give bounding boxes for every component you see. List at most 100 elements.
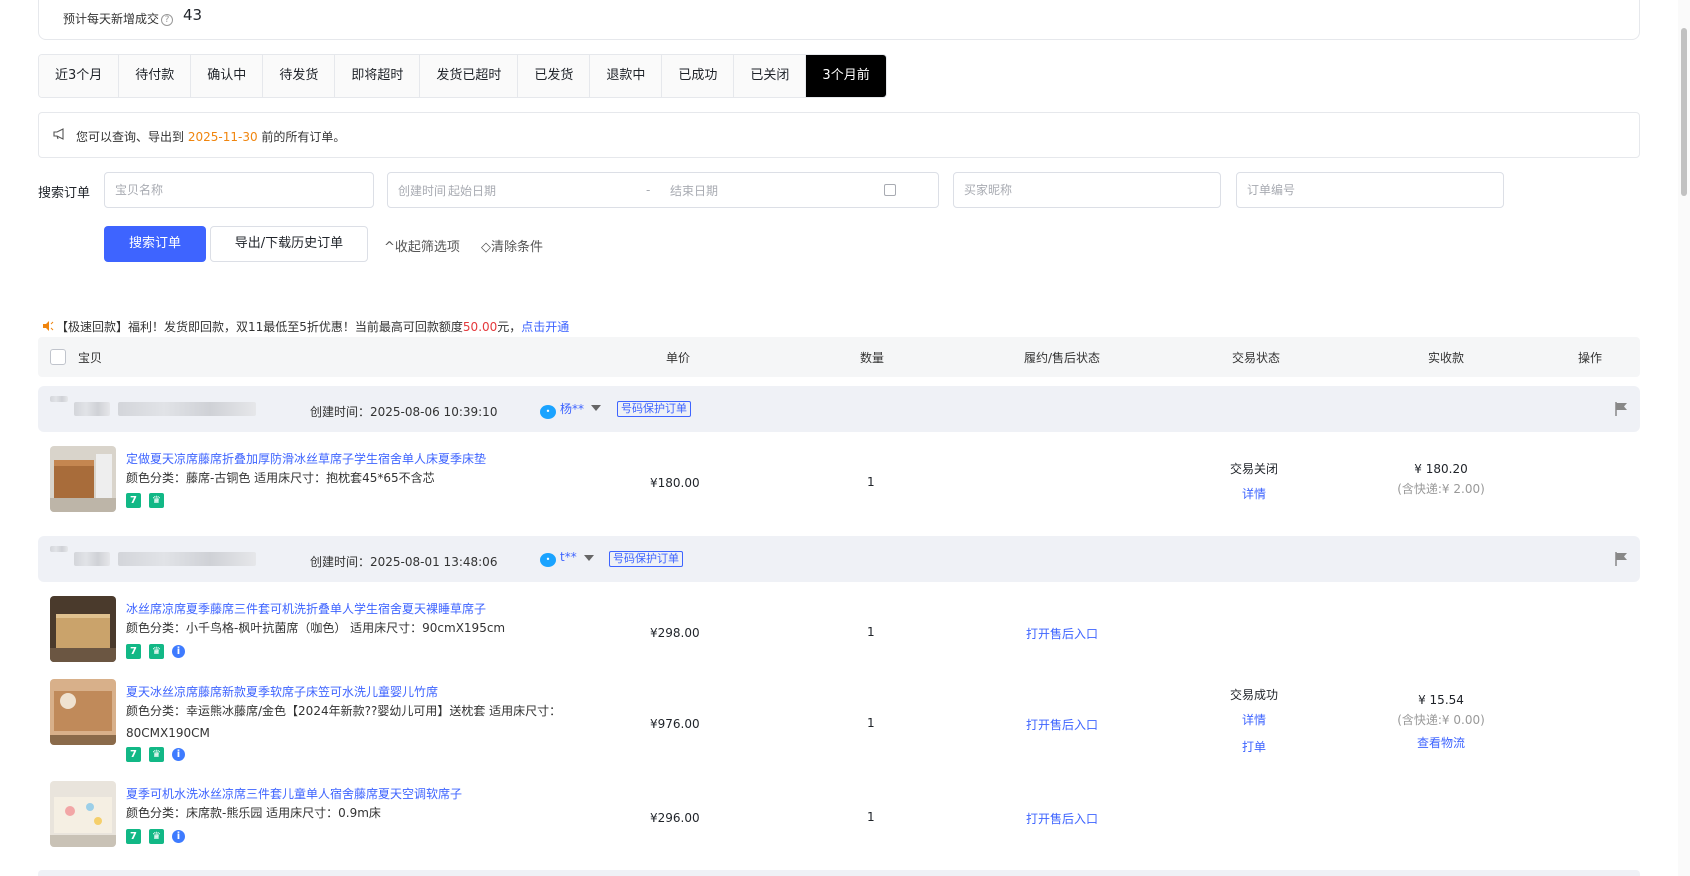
blurred-order-id [118,552,256,566]
trade-status-cell: 交易成功 详情 打单 [1216,686,1292,755]
received-amount-cell: ¥ 180.20 (含快递:¥ 2.00) [1386,462,1496,497]
received-amount-cell: ¥ 15.54 (含快递:¥ 0.00) 查看物流 [1386,693,1496,751]
detail-link[interactable]: 详情 [1216,485,1292,502]
tab-recent-3-months[interactable]: 近3个月 [39,55,120,97]
search-orders-button[interactable]: 搜索订单 [104,226,206,262]
product-thumbnail[interactable] [50,781,116,847]
trade-status: 交易成功 [1229,688,1278,702]
daily-estimate-label: 预计每天新增成交? [63,10,174,27]
col-item: 宝贝 [78,351,103,365]
info-icon[interactable]: i [172,830,185,843]
trade-status: 交易关闭 [1229,462,1278,476]
tab-about-to-timeout[interactable]: 即将超时 [335,55,421,97]
guarantee-icon[interactable]: ♛ [149,829,164,844]
order-number-field[interactable] [1236,172,1504,208]
unit-price: ¥296.00 [650,811,700,825]
buyer-nick-input[interactable] [954,173,1220,207]
tab-shipped[interactable]: 已发货 [518,55,591,97]
clear-conditions-link[interactable]: ◇清除条件 [481,236,543,255]
flag-icon[interactable] [1615,402,1628,416]
col-fulfillment: 履约/售后状态 [1024,351,1101,365]
product-sku: 颜色分类：藤席-古铜色 适用床尺寸：抱枕套45*65不含芯 [126,471,435,485]
collapse-filters-link[interactable]: ^收起筛选项 [384,236,460,255]
buyer-nick-field[interactable] [953,172,1221,208]
tab-refunding[interactable]: 退款中 [590,55,663,97]
tab-closed[interactable]: 已关闭 [734,55,807,97]
table-header: 宝贝 单价 数量 履约/售后状态 交易状态 实收款 操作 [38,337,1640,377]
product-thumbnail[interactable] [50,679,116,745]
chevron-up-icon: ^ [384,240,395,255]
product-title-link[interactable]: 夏天冰丝凉席藤席新款夏季软席子床笠可水洗儿童婴儿竹席 [126,683,438,700]
item-name-input[interactable] [105,173,373,207]
seven-day-return-icon[interactable]: 7 [126,493,141,508]
buyer-nick[interactable]: • 杨** [540,400,584,419]
speaker-icon [43,321,54,331]
product-thumbnail[interactable] [50,446,116,512]
buyer-nick[interactable]: • t** [540,550,577,567]
start-date-input[interactable]: 起始日期 [448,182,646,199]
guarantee-icon[interactable]: ♛ [149,644,164,659]
seven-day-return-icon[interactable]: 7 [126,644,141,659]
end-date-input[interactable]: 结束日期 [670,182,868,199]
trade-status-cell: 交易关闭 详情 [1216,460,1292,502]
date-separator: - [646,183,651,197]
product-title-link[interactable]: 定做夏天凉席藤席折叠加厚防滑冰丝草席子学生宿舍单人床夏季床垫 [126,450,486,467]
after-sale-entry-link[interactable]: 打开售后入口 [1026,625,1098,642]
calendar-icon[interactable] [884,184,896,196]
tab-pending-payment[interactable]: 待付款 [119,55,192,97]
info-icon[interactable]: i [172,748,185,761]
tab-success[interactable]: 已成功 [662,55,735,97]
detail-link[interactable]: 详情 [1216,711,1292,728]
tab-confirming[interactable]: 确认中 [191,55,264,97]
filter-icon[interactable] [584,555,594,561]
select-all-checkbox[interactable] [50,349,66,365]
view-logistics-link[interactable]: 查看物流 [1386,734,1496,751]
seven-day-return-icon[interactable]: 7 [126,747,141,762]
guarantee-icon[interactable]: ♛ [149,747,164,762]
service-badges: 7 ♛ i [126,644,185,659]
order-header: 创建时间：2025-08-06 10:39:10 • 杨** 号码保护订单 [38,386,1640,432]
daily-estimate-value: 43 [183,6,203,24]
order-status-tabs: 近3个月 待付款 确认中 待发货 即将超时 发货已超时 已发货 退款中 已成功 … [38,54,887,98]
service-badges: 7 ♛ i [126,829,185,844]
order-item-row: 定做夏天凉席藤席折叠加厚防滑冰丝草席子学生宿舍单人床夏季床垫 颜色分类：藤席-古… [38,446,1640,520]
wangwang-icon[interactable]: • [540,405,556,419]
order-item-row: 夏季可机水洗冰丝凉席三件套儿童单人宿舍藤席夏天空调软席子 颜色分类：床席款-熊乐… [38,781,1640,849]
item-name-field[interactable] [104,172,374,208]
wangwang-icon[interactable]: • [540,553,556,567]
print-order-link[interactable]: 打单 [1216,738,1292,755]
order-created-time: 创建时间：2025-08-06 10:39:10 [310,405,498,419]
unit-price: ¥976.00 [650,717,700,731]
promo-activate-link[interactable]: 点击开通 [521,320,569,334]
tab-3-months-ago[interactable]: 3个月前 [806,55,886,97]
after-sale-entry-link[interactable]: 打开售后入口 [1026,810,1098,827]
tab-to-ship[interactable]: 待发货 [263,55,336,97]
export-history-button[interactable]: 导出/下载历史订单 [210,226,368,262]
shipping-fee: (含快递:¥ 0.00) [1397,713,1485,727]
received-amount: ¥ 15.54 [1418,693,1464,707]
seven-day-return-icon[interactable]: 7 [126,829,141,844]
product-sku: 颜色分类：幸运熊冰藤席/金色【2024年新款??婴幼儿可用】送枕套 适用床尺寸：… [126,704,562,740]
guarantee-icon[interactable]: ♛ [149,493,164,508]
unit-price: ¥298.00 [650,626,700,640]
number-protect-tag: 号码保护订单 [617,401,691,417]
number-protect-tag: 号码保护订单 [609,551,683,567]
shipping-fee: (含快递:¥ 2.00) [1397,482,1485,496]
question-circle-icon[interactable]: ? [161,14,174,26]
next-order-header-edge [38,870,1640,876]
filter-icon[interactable] [591,405,601,411]
created-time-range[interactable]: 创建时间 起始日期 - 结束日期 [387,172,939,208]
vertical-scrollbar-thumb[interactable] [1681,28,1687,196]
tab-shipping-timeout[interactable]: 发货已超时 [420,55,519,97]
order-number-input[interactable] [1237,173,1503,207]
order-item-row: 夏天冰丝凉席藤席新款夏季软席子床笠可水洗儿童婴儿竹席 颜色分类：幸运熊冰藤席/金… [38,679,1640,763]
received-amount: ¥ 180.20 [1414,462,1468,476]
product-sku: 颜色分类：床席款-熊乐园 适用床尺寸：0.9m床 [126,806,381,820]
info-icon[interactable]: i [172,645,185,658]
product-thumbnail[interactable] [50,596,116,662]
flag-icon[interactable] [1615,552,1628,566]
daily-estimate-card: 预计每天新增成交? 43 [38,0,1640,40]
product-title-link[interactable]: 冰丝席凉席夏季藤席三件套可机洗折叠单人学生宿舍夏天裸睡草席子 [126,600,486,617]
after-sale-entry-link[interactable]: 打开售后入口 [1026,716,1098,733]
product-title-link[interactable]: 夏季可机水洗冰丝凉席三件套儿童单人宿舍藤席夏天空调软席子 [126,785,462,802]
